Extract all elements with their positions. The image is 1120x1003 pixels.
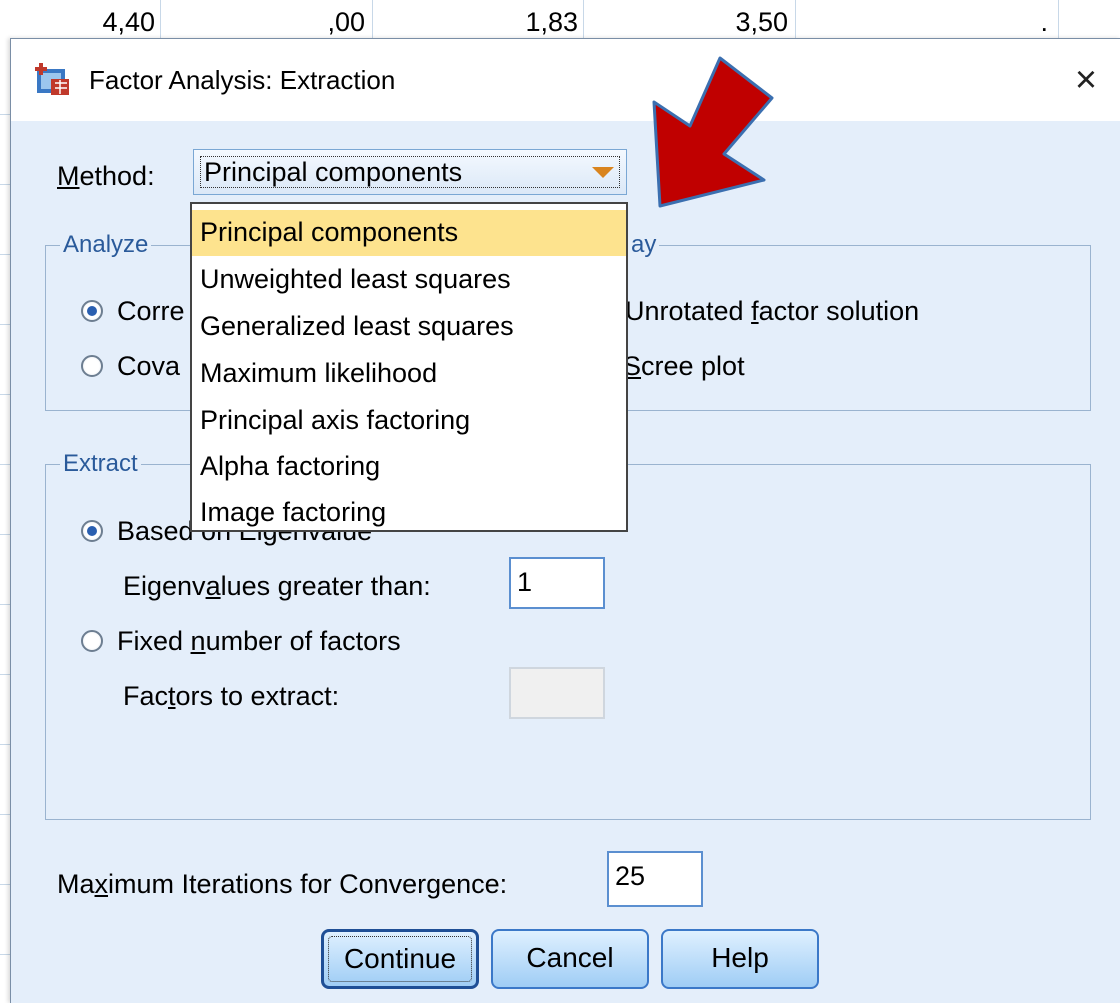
scree-plot-label: Scree plot bbox=[623, 351, 745, 381]
correlation-label: Corre bbox=[117, 296, 185, 326]
focus-rect bbox=[328, 936, 472, 982]
method-option-alpha-factoring[interactable]: Alpha factoring bbox=[192, 444, 626, 490]
close-icon[interactable]: × bbox=[1063, 57, 1109, 103]
display-group-label: ay bbox=[628, 230, 660, 260]
unrotated-solution-label: Unrotated factor solution bbox=[625, 296, 920, 326]
method-label: Method: bbox=[57, 161, 155, 191]
chevron-down-icon[interactable] bbox=[592, 167, 614, 178]
method-option-principal-components[interactable]: Principal components bbox=[192, 210, 626, 256]
max-iterations-input[interactable]: 25 bbox=[607, 851, 703, 907]
display-group: ay bbox=[621, 230, 1091, 411]
based-on-eigenvalue-radio[interactable] bbox=[81, 520, 103, 542]
fixed-number-label: Fixed number of factors bbox=[117, 626, 401, 656]
eigenvalues-label: Eigenvalues greater than: bbox=[123, 571, 431, 601]
analyze-group-label: Analyze bbox=[60, 230, 152, 260]
dialog-title: Factor Analysis: Extraction bbox=[89, 65, 396, 95]
cancel-button[interactable]: Cancel bbox=[491, 929, 649, 989]
method-dropdown-list: Principal components Unweighted least sq… bbox=[190, 202, 628, 532]
method-option-principal-axis-factoring[interactable]: Principal axis factoring bbox=[192, 398, 626, 444]
extract-group-label: Extract bbox=[60, 449, 141, 479]
correlation-radio[interactable] bbox=[81, 300, 103, 322]
fixed-number-radio[interactable] bbox=[81, 630, 103, 652]
factors-to-extract-label: Factors to extract: bbox=[123, 681, 340, 711]
method-option-generalized-least-squares[interactable]: Generalized least squares bbox=[192, 304, 626, 350]
eigenvalue-threshold-input[interactable]: 1 bbox=[509, 557, 605, 609]
spss-table-icon bbox=[35, 63, 69, 95]
help-button[interactable]: Help bbox=[661, 929, 819, 989]
method-option-maximum-likelihood[interactable]: Maximum likelihood bbox=[192, 351, 626, 397]
method-selected-value: Principal components bbox=[204, 157, 463, 187]
method-dropdown[interactable]: Principal components bbox=[193, 149, 627, 195]
covariance-label: Cova bbox=[117, 351, 181, 381]
covariance-radio[interactable] bbox=[81, 355, 103, 377]
sheet-gutter bbox=[0, 44, 10, 1002]
factors-to-extract-input[interactable] bbox=[509, 667, 605, 719]
continue-button[interactable]: Continue bbox=[321, 929, 479, 989]
title-bar: Factor Analysis: Extraction × bbox=[11, 39, 1120, 121]
red-arrow-annotation bbox=[652, 56, 774, 208]
method-option-unweighted-least-squares[interactable]: Unweighted least squares bbox=[192, 257, 626, 303]
method-option-image-factoring[interactable]: Image factoring bbox=[192, 490, 626, 536]
max-iterations-label: Maximum Iterations for Convergence: bbox=[57, 869, 508, 899]
